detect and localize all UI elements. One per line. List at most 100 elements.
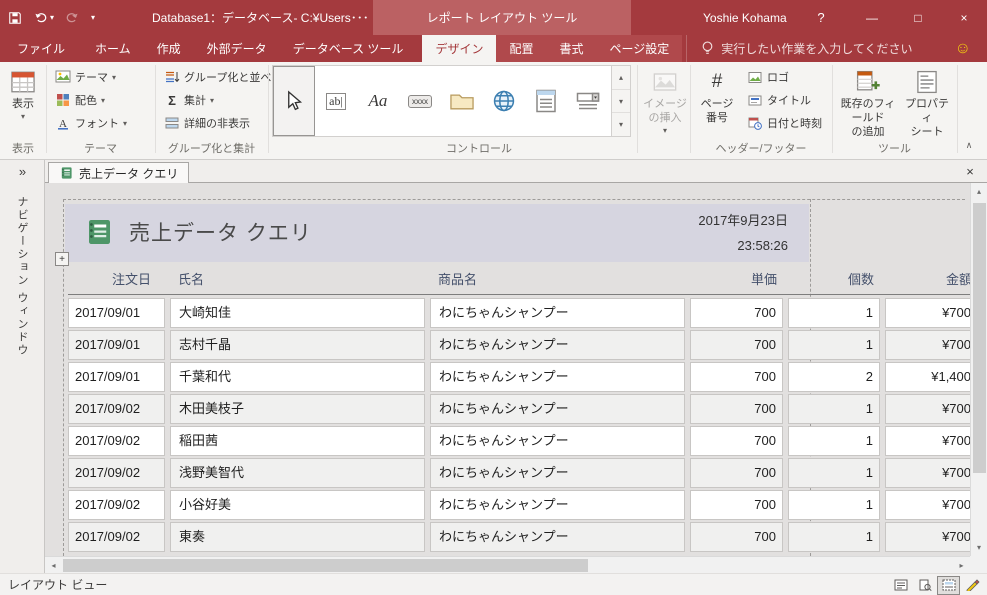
navigation-pane-collapsed[interactable]: » ナビゲーション ウィンドウ [0, 160, 45, 573]
gallery-up-icon[interactable]: ▴ [612, 66, 630, 90]
report-cell[interactable]: 小谷好美 [170, 490, 425, 520]
tab-arrange[interactable]: 配置 [496, 35, 546, 62]
label-control-button[interactable]: Aa [357, 66, 399, 136]
report-cell[interactable]: 2017/09/02 [68, 394, 165, 424]
report-cell[interactable]: ¥700 [885, 490, 970, 520]
tell-me-box[interactable]: 実行したい作業を入力してください [686, 35, 926, 62]
fonts-button[interactable]: A フォント ▾ [52, 112, 130, 134]
report-cell[interactable]: 浅野美智代 [170, 458, 425, 488]
report-cell[interactable]: 700 [690, 522, 783, 552]
themes-button[interactable]: テーマ ▾ [52, 66, 119, 88]
report-cell[interactable]: 700 [690, 394, 783, 424]
report-cell[interactable]: ¥700 [885, 426, 970, 456]
textbox-control-button[interactable]: ab| [315, 66, 357, 136]
tab-home[interactable]: ホーム [82, 35, 144, 62]
tab-format[interactable]: 書式 [546, 35, 596, 62]
customize-qat-icon[interactable]: ▾ [91, 13, 95, 22]
column-header-order-date[interactable]: 注文日 [68, 268, 165, 292]
report-cell[interactable]: 700 [690, 426, 783, 456]
report-cell[interactable]: 1 [788, 490, 880, 520]
report-cell[interactable]: ¥1,400 [885, 362, 970, 392]
signed-in-user[interactable]: Yoshie Kohama [703, 0, 787, 35]
report-cell[interactable]: ¥700 [885, 298, 970, 328]
scroll-down-icon[interactable]: ▾ [971, 539, 987, 556]
button-control-button[interactable]: xxxx [399, 66, 441, 136]
undo-button[interactable]: ▾ [33, 11, 54, 25]
scroll-left-icon[interactable]: ◂ [45, 557, 62, 573]
totals-button[interactable]: Σ 集計 ▾ [161, 89, 217, 111]
scroll-right-icon[interactable]: ▸ [953, 557, 970, 573]
report-cell[interactable]: 700 [690, 298, 783, 328]
horizontal-scrollbar[interactable]: ◂ ▸ [45, 556, 970, 573]
undo-dropdown-icon[interactable]: ▾ [50, 13, 54, 22]
document-tab[interactable]: 売上データ クエリ [48, 162, 190, 183]
report-datetime[interactable]: 2017年9月23日 23:58:26 [698, 209, 788, 259]
report-cell[interactable]: 2017/09/02 [68, 490, 165, 520]
report-cell[interactable]: 700 [690, 362, 783, 392]
help-button[interactable]: ? [806, 0, 836, 35]
report-cell[interactable]: 1 [788, 330, 880, 360]
logo-button[interactable]: ロゴ [744, 66, 792, 88]
report-view-button[interactable] [889, 576, 912, 595]
column-header-name[interactable]: 氏名 [170, 268, 425, 292]
report-cell[interactable]: わにちゃんシャンプー [430, 394, 685, 424]
report-cell[interactable]: 大崎知佳 [170, 298, 425, 328]
colors-button[interactable]: 配色 ▾ [52, 89, 108, 111]
tab-page-setup[interactable]: ページ設定 [596, 35, 682, 62]
layout-selector-handle[interactable]: + [55, 252, 69, 266]
report-cell[interactable]: 2017/09/02 [68, 522, 165, 552]
report-cell[interactable]: 2017/09/01 [68, 362, 165, 392]
minimize-button[interactable]: — [849, 0, 895, 35]
property-sheet-button[interactable]: プロパティ シート [900, 64, 954, 140]
gallery-down-icon[interactable]: ▾ [612, 90, 630, 114]
report-title[interactable]: 売上データ クエリ [129, 217, 312, 247]
gallery-more-icon[interactable]: ▾ [612, 113, 630, 136]
horizontal-scroll-thumb[interactable] [63, 559, 588, 572]
report-cell[interactable]: わにちゃんシャンプー [430, 298, 685, 328]
tab-create[interactable]: 作成 [144, 35, 194, 62]
close-button[interactable]: × [941, 0, 987, 35]
close-document-icon[interactable]: × [960, 160, 980, 183]
tab-design[interactable]: デザイン [422, 35, 497, 62]
tab-external-data[interactable]: 外部データ [194, 35, 280, 62]
design-view-button[interactable] [961, 576, 984, 595]
listbox-control-button[interactable] [525, 66, 567, 136]
report-cell[interactable]: 東奏 [170, 522, 425, 552]
print-preview-button[interactable] [913, 576, 936, 595]
report-cell[interactable]: ¥700 [885, 458, 970, 488]
report-cell[interactable]: 1 [788, 298, 880, 328]
report-cell[interactable]: 700 [690, 490, 783, 520]
add-existing-fields-button[interactable]: 既存のフィールド の追加 [838, 64, 898, 140]
report-cell[interactable]: 1 [788, 522, 880, 552]
report-cell[interactable]: 1 [788, 458, 880, 488]
tab-control-button[interactable] [441, 66, 483, 136]
report-logo-icon[interactable] [83, 217, 113, 250]
report-cell[interactable]: わにちゃんシャンプー [430, 522, 685, 552]
page-number-button[interactable]: # ページ 番号 [694, 64, 740, 140]
column-header-amount[interactable]: 金額 [885, 268, 970, 292]
report-cell[interactable]: わにちゃんシャンプー [430, 458, 685, 488]
report-cell[interactable]: 700 [690, 458, 783, 488]
column-header-product[interactable]: 商品名 [430, 268, 685, 292]
report-time[interactable]: 23:58:26 [698, 233, 788, 259]
scroll-up-icon[interactable]: ▴ [971, 183, 987, 200]
save-button[interactable] [8, 11, 22, 25]
title-button[interactable]: タイトル [744, 89, 814, 111]
report-cell[interactable]: 2017/09/01 [68, 298, 165, 328]
view-button[interactable]: 表示 ▾ [4, 64, 42, 140]
report-cell[interactable]: わにちゃんシャンプー [430, 362, 685, 392]
report-cell[interactable]: 志村千晶 [170, 330, 425, 360]
select-pointer-tool[interactable] [273, 66, 315, 136]
combobox-control-button[interactable] [567, 66, 609, 136]
tab-file[interactable]: ファイル [0, 35, 82, 62]
report-cell[interactable]: ¥700 [885, 522, 970, 552]
report-cell[interactable]: 2017/09/02 [68, 458, 165, 488]
report-cell[interactable]: 2017/09/01 [68, 330, 165, 360]
maximize-button[interactable]: □ [895, 0, 941, 35]
hide-details-button[interactable]: 詳細の非表示 [161, 112, 253, 134]
report-layout-canvas[interactable]: 売上データ クエリ 2017年9月23日 23:58:26 + 注文日 氏名 商… [45, 183, 970, 556]
report-date[interactable]: 2017年9月23日 [698, 209, 788, 233]
report-cell[interactable]: わにちゃんシャンプー [430, 490, 685, 520]
expand-nav-pane-icon[interactable]: » [0, 162, 45, 180]
date-time-button[interactable]: 日付と時刻 [744, 112, 825, 134]
